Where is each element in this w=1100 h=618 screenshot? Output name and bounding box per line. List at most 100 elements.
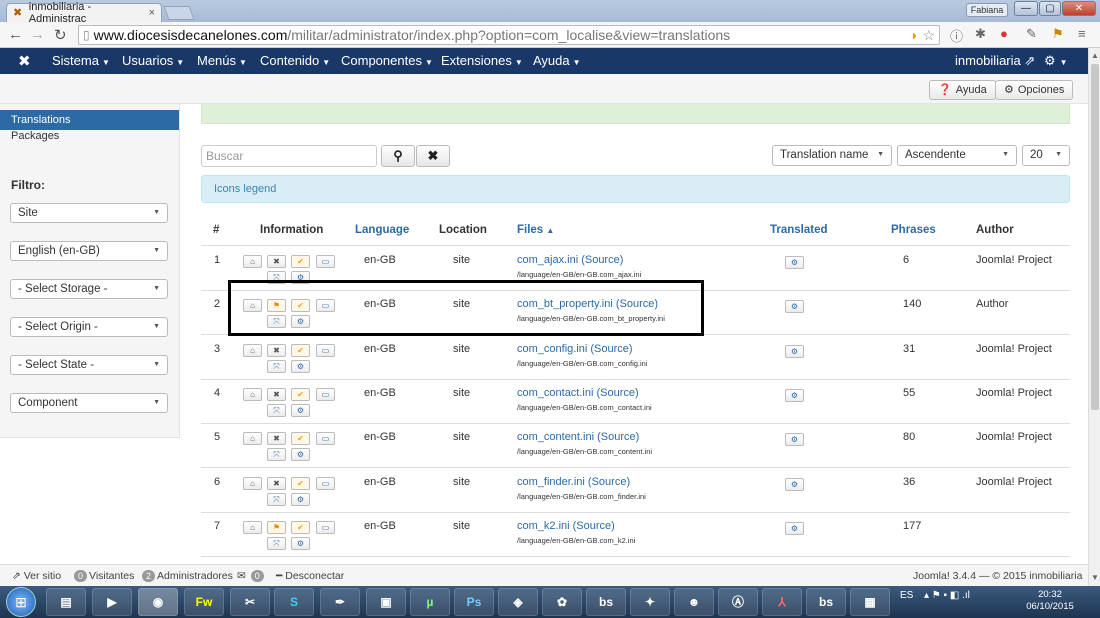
translate-gear-icon[interactable]: ⚙: [785, 433, 804, 447]
folder-app-icon[interactable]: ▣: [366, 588, 406, 616]
scroll-up-icon[interactable]: ▲: [1091, 51, 1099, 60]
language-indicator[interactable]: ES: [900, 590, 913, 601]
header-phrases[interactable]: Phrases: [891, 224, 936, 236]
sort-direction-select[interactable]: Ascendente ▼: [897, 145, 1017, 166]
url-input[interactable]: ▯ www.diocesisdecanelones.com/militar/ad…: [78, 25, 940, 45]
tray-icons[interactable]: ▴ ⚑ ▪ ◧ .ıl: [924, 590, 970, 601]
site-link[interactable]: inmobiliaria ⇗: [955, 53, 1035, 69]
scrollbar-thumb[interactable]: [1091, 64, 1099, 410]
minimize-button[interactable]: —: [1014, 1, 1038, 16]
start-button[interactable]: ⊞: [6, 587, 36, 617]
skype-app-icon[interactable]: S: [274, 588, 314, 616]
translate-gear-icon[interactable]: ⚙: [785, 300, 804, 314]
browser-menu-icon[interactable]: ≡: [1078, 26, 1086, 41]
extension-puzzle-icon[interactable]: ✱: [975, 26, 986, 42]
help-label: Ayuda: [955, 84, 987, 96]
profile-button[interactable]: Fabiana: [966, 3, 1008, 17]
extension-pen-icon[interactable]: ✎: [1026, 26, 1037, 42]
row-file-link[interactable]: com_config.ini (Source): [517, 343, 633, 355]
row-file-link[interactable]: com_ajax.ini (Source): [517, 254, 623, 266]
filter-client-select[interactable]: Site ▼: [10, 203, 168, 223]
filter-language-select[interactable]: English (en-GB) ▼: [10, 241, 168, 261]
back-icon[interactable]: ←: [8, 26, 23, 43]
user-settings-menu[interactable]: ⚙ ▼: [1044, 53, 1068, 69]
cleaner-app-icon[interactable]: ✦: [630, 588, 670, 616]
search-button[interactable]: ⚲: [381, 145, 415, 167]
game-app-icon[interactable]: ☻: [674, 588, 714, 616]
menu-usuarios[interactable]: Usuarios ▼: [122, 53, 184, 68]
scroll-down-icon[interactable]: ▼: [1091, 573, 1099, 582]
row-file-link[interactable]: com_content.ini (Source): [517, 431, 639, 443]
sidebar-item-packages[interactable]: Packages: [11, 130, 59, 142]
extension-info-icon[interactable]: ⓘ: [950, 26, 963, 45]
extension-flag-icon[interactable]: ⚑: [1052, 26, 1064, 42]
paint-app-icon[interactable]: ✂: [230, 588, 270, 616]
list-limit-select[interactable]: 20 ▼: [1022, 145, 1070, 166]
clear-search-button[interactable]: ✖: [416, 145, 450, 167]
filter-storage-select[interactable]: - Select Storage - ▼: [10, 279, 168, 299]
filter-type-select[interactable]: Component ▼: [10, 393, 168, 413]
tab-close-icon[interactable]: ×: [149, 7, 155, 19]
menu-menus[interactable]: Menús ▼: [197, 53, 247, 68]
translate-gear-icon[interactable]: ⚙: [785, 477, 804, 491]
row-file-link[interactable]: com_finder.ini (Source): [517, 476, 630, 488]
translate-gear-icon[interactable]: ⚙: [785, 388, 804, 402]
header-language[interactable]: Language: [355, 224, 409, 236]
row-phrases: 31: [903, 342, 916, 355]
pen-app-icon[interactable]: ✒: [320, 588, 360, 616]
sort-field-select[interactable]: Translation name ▼: [772, 145, 892, 166]
menu-sistema[interactable]: Sistema ▼: [52, 53, 110, 68]
browser-tab[interactable]: ✖ inmobiliaria - Administrac ×: [6, 1, 162, 25]
sidebar-item-translations[interactable]: Translations: [0, 110, 179, 130]
header-files[interactable]: Files ▲: [517, 224, 554, 236]
rss-icon[interactable]: ◗: [910, 27, 918, 43]
grid-app-icon[interactable]: ▦: [850, 588, 890, 616]
menu-contenido[interactable]: Contenido ▼: [260, 53, 330, 68]
bs-app-icon[interactable]: bs: [586, 588, 626, 616]
translate-gear-icon[interactable]: ⚙: [785, 344, 804, 358]
forward-icon[interactable]: →: [30, 26, 45, 43]
reload-icon[interactable]: ↻: [54, 26, 67, 44]
menu-ayuda[interactable]: Ayuda ▼: [533, 53, 581, 68]
options-button[interactable]: ⚙ Opciones: [995, 80, 1074, 100]
photoshop-app-icon[interactable]: Ps: [454, 588, 494, 616]
row-author: Joomla! Project: [976, 475, 1052, 488]
row-file-link[interactable]: com_k2.ini (Source): [517, 520, 615, 532]
maximize-button[interactable]: ▢: [1039, 1, 1061, 16]
search-input[interactable]: [201, 145, 377, 167]
expand-icon: ⤧: [267, 492, 286, 506]
joomla-logo-icon[interactable]: ✖: [18, 52, 31, 70]
row-file-link[interactable]: com_contact.ini (Source): [517, 387, 639, 399]
translate-gear-icon[interactable]: ⚙: [785, 256, 804, 269]
filter-origin-select[interactable]: - Select Origin - ▼: [10, 317, 168, 337]
monitor-icon: ▭: [316, 255, 335, 268]
acrobat-app-icon[interactable]: ⅄: [762, 588, 802, 616]
fireworks-app-icon[interactable]: Fw: [184, 588, 224, 616]
taskbar-clock[interactable]: 20:32 06/10/2015: [1022, 589, 1078, 613]
chrome-app-icon[interactable]: ◉: [138, 588, 178, 616]
logout-link[interactable]: ━ Desconectar: [276, 570, 344, 582]
explorer-app-icon[interactable]: ▤: [46, 588, 86, 616]
filter-state-select[interactable]: - Select State - ▼: [10, 355, 168, 375]
admin-navbar: ✖ Sistema ▼ Usuarios ▼ Menús ▼ Contenido ▼ C…: [0, 48, 1090, 74]
translate-gear-icon[interactable]: ⚙: [785, 521, 804, 535]
icons-legend-toggle[interactable]: Icons legend: [201, 175, 1070, 203]
new-tab-button[interactable]: [163, 6, 195, 20]
view-site-link[interactable]: ⇗ Ver sitio: [12, 570, 61, 582]
menu-componentes[interactable]: Componentes ▼: [341, 53, 433, 68]
network-app-icon[interactable]: Ⓐ: [718, 588, 758, 616]
media-player-app-icon[interactable]: ▶: [92, 588, 132, 616]
page-scrollbar[interactable]: ▲ ▼: [1088, 48, 1100, 586]
bookmark-star-icon[interactable]: ☆: [922, 27, 935, 44]
close-window-button[interactable]: ✕: [1062, 1, 1096, 16]
messages-indicator[interactable]: ✉ 0: [237, 570, 266, 582]
menu-extensiones[interactable]: Extensiones ▼: [441, 53, 523, 68]
picasa-app-icon[interactable]: ✿: [542, 588, 582, 616]
row-author: Joomla! Project: [976, 342, 1052, 355]
extension-opera-icon[interactable]: ●: [1000, 26, 1008, 41]
dropbox-app-icon[interactable]: ◈: [498, 588, 538, 616]
header-translated[interactable]: Translated: [770, 224, 828, 236]
utorrent-app-icon[interactable]: µ: [410, 588, 450, 616]
help-button[interactable]: ❓ Ayuda: [929, 80, 996, 100]
bs-player-app-icon[interactable]: bs: [806, 588, 846, 616]
